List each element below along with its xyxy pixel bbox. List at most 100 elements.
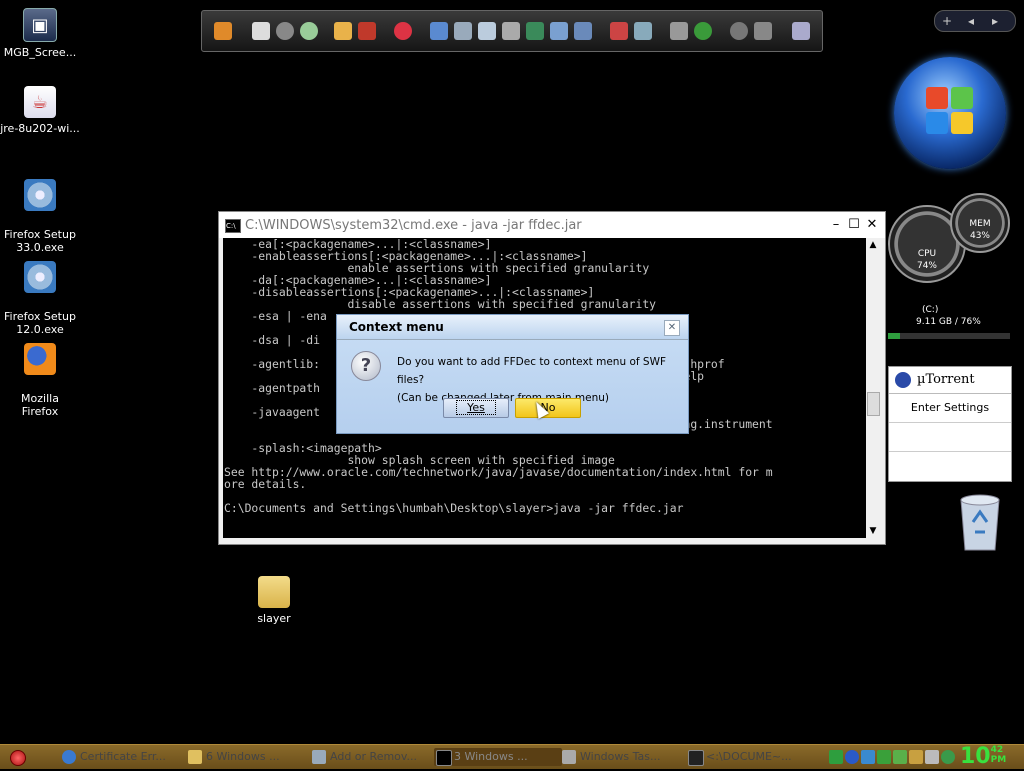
desktop-icon-label: MGB_Scree... <box>3 46 77 59</box>
desktop-icon-label: Mozilla Firefox <box>21 392 59 418</box>
drive-label: (C:) <box>922 305 939 315</box>
paint-icon[interactable] <box>334 22 352 40</box>
sync-tray-icon[interactable] <box>941 750 955 764</box>
cpu-gauge-label: CPU <box>917 249 937 259</box>
desktop-icon-firefox[interactable]: Mozilla Firefox <box>0 330 80 431</box>
document-icon[interactable] <box>454 22 472 40</box>
windows-tray-icon[interactable] <box>861 750 875 764</box>
ccleaner-icon[interactable] <box>394 22 412 40</box>
ie-icon <box>62 750 76 764</box>
security-tray-icon[interactable] <box>877 750 891 764</box>
scroll-up-arrow-icon[interactable]: ▲ <box>866 238 880 252</box>
prev-desktop-button[interactable]: ◂ <box>959 11 983 31</box>
disc-icon[interactable] <box>300 22 318 40</box>
cmd-title: C:\WINDOWS\system32\cmd.exe - java -jar … <box>245 218 582 233</box>
window-icon[interactable] <box>550 22 568 40</box>
maximize-button[interactable]: ☐ <box>846 217 862 233</box>
programs-icon <box>312 750 326 764</box>
dialog-title: Context menu <box>349 320 444 334</box>
display-icon[interactable] <box>574 22 592 40</box>
scroll-down-arrow-icon[interactable]: ▼ <box>866 524 880 538</box>
windows-logo-icon <box>926 87 974 135</box>
java-installer-icon: ☕ <box>24 86 56 118</box>
utorrent-gadget: µTorrent Enter Settings <box>888 366 1012 482</box>
memory-gauge-label: MEM <box>969 219 991 229</box>
next-desktop-button[interactable]: ▸ <box>983 11 1007 31</box>
desktop-icon-label: jre-8u202-wi... <box>0 122 80 135</box>
yes-button-label: Yes <box>456 400 496 415</box>
task-add-remove-programs[interactable]: Add or Remov... <box>310 748 440 766</box>
tools-tray-icon[interactable] <box>909 750 923 764</box>
minimize-button[interactable]: – <box>828 217 844 233</box>
control-panel-icon[interactable] <box>670 22 688 40</box>
clock-hour: 10 <box>960 744 991 769</box>
utorrent-icon <box>895 371 911 388</box>
7zip-icon <box>688 750 704 766</box>
volume-icon[interactable] <box>754 22 772 40</box>
drive-info: 9.11 GB / 76% <box>916 317 981 327</box>
cpu-meter-gadget: CPU 74% MEM 43% <box>888 193 1010 283</box>
network-tray-icon[interactable] <box>829 750 843 764</box>
setup-cd-icon <box>24 179 56 211</box>
utorrent-title: µTorrent <box>917 372 975 387</box>
book-icon[interactable] <box>358 22 376 40</box>
tools-icon[interactable] <box>610 22 628 40</box>
calendar-icon[interactable] <box>252 22 270 40</box>
start-orb-button[interactable] <box>894 57 1006 169</box>
desktop-icon-slayer-folder[interactable]: slayer <box>234 576 314 625</box>
recycle-tray-icon[interactable] <box>893 750 907 764</box>
scissors-icon[interactable] <box>502 22 520 40</box>
task-windows-task-manager[interactable]: Windows Tas... <box>560 748 694 766</box>
scroll-thumb[interactable] <box>867 392 880 416</box>
close-button[interactable]: ✕ <box>864 217 880 233</box>
task-7zip[interactable]: <:\DOCUME~... <box>686 748 806 766</box>
power-icon[interactable] <box>730 22 748 40</box>
firefox-icon <box>24 343 56 375</box>
desktop-icon-jre[interactable]: ☕ jre-8u202-wi... <box>0 86 80 135</box>
media-player-icon[interactable] <box>214 22 232 40</box>
cmd-titlebar[interactable]: C:\ C:\WINDOWS\system32\cmd.exe - java -… <box>219 212 885 238</box>
dialog-titlebar[interactable]: Context menu ✕ <box>337 315 688 340</box>
vertical-scrollbar[interactable]: ▲ ▼ <box>866 238 880 538</box>
memory-gauge-value: 43% <box>969 231 990 241</box>
computer-icon[interactable] <box>634 22 652 40</box>
start-button[interactable] <box>10 750 26 766</box>
virtual-desktop-controls: + ◂ ▸ <box>934 10 1016 32</box>
cmd-icon: C:\ <box>225 219 241 233</box>
dialog-close-button[interactable]: ✕ <box>664 320 680 336</box>
system-tray <box>828 747 958 767</box>
network-icon[interactable] <box>430 22 448 40</box>
clock-ampm: PM <box>990 755 1007 765</box>
bluetooth-tray-icon[interactable] <box>845 750 859 764</box>
no-button[interactable]: No <box>515 398 581 418</box>
memory-gauge: MEM 43% <box>950 193 1010 253</box>
yes-button[interactable]: Yes <box>443 398 509 418</box>
desktop-icon-mgb-screen[interactable]: ▣ MGB_Scree... <box>0 8 80 59</box>
windows-icon[interactable] <box>694 22 712 40</box>
flash-icon[interactable] <box>276 22 294 40</box>
task-certificate-error[interactable]: Certificate Err... <box>60 748 198 766</box>
recycle-bin-icon[interactable] <box>955 492 1005 554</box>
context-menu-dialog[interactable]: Context menu ✕ ? Do you want to add FFDe… <box>336 314 689 434</box>
taskbar-clock[interactable]: 1042 PM <box>960 745 1006 769</box>
desktop-icon-label: slayer <box>257 612 291 625</box>
folder-icon <box>188 750 202 764</box>
add-desktop-button[interactable]: + <box>935 11 959 31</box>
screen-capture-icon: ▣ <box>23 8 57 42</box>
utorrent-empty-row <box>889 452 1011 480</box>
recycle-bin-small-icon[interactable] <box>792 22 810 40</box>
question-icon: ? <box>351 351 381 381</box>
quick-launch-toolbar <box>201 10 823 52</box>
taskbar: Certificate Err... 6 Windows ... Add or … <box>0 744 1024 769</box>
drive-meter-gadget: (C:) 9.11 GB / 76% <box>888 305 1010 341</box>
utorrent-enter-settings[interactable]: Enter Settings <box>889 394 1011 423</box>
volume-tray-icon[interactable] <box>925 750 939 764</box>
clock-minute: 42 <box>990 745 1004 755</box>
notepad-icon[interactable] <box>478 22 496 40</box>
task-windows-explorer[interactable]: 6 Windows ... <box>186 748 316 766</box>
folder-icon <box>258 576 290 608</box>
task-cmd-windows[interactable]: 3 Windows ... <box>434 748 562 766</box>
cmd-icon <box>436 750 452 766</box>
sheet-icon[interactable] <box>526 22 544 40</box>
task-manager-icon <box>562 750 576 764</box>
